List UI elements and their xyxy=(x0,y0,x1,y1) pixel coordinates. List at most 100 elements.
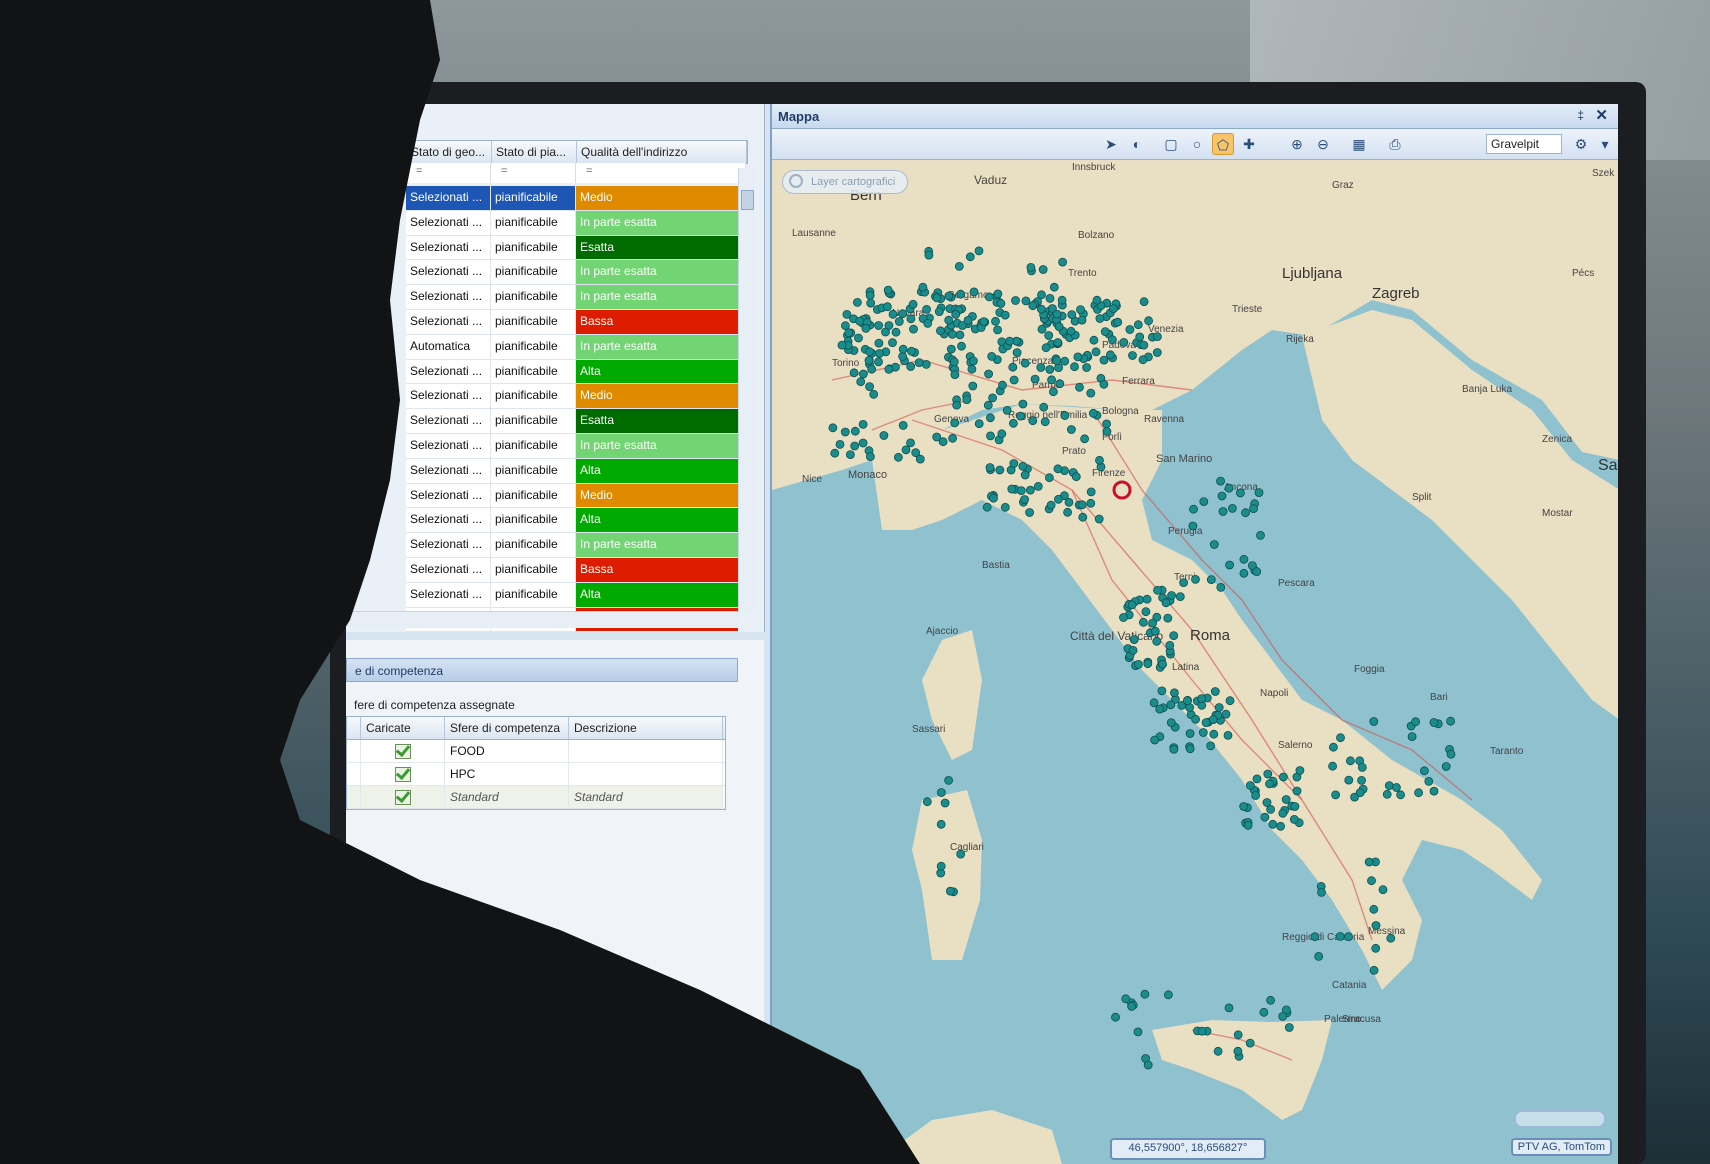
order-marker[interactable] xyxy=(1201,718,1211,727)
order-marker[interactable] xyxy=(1025,508,1035,517)
order-marker[interactable] xyxy=(1407,732,1417,741)
order-marker[interactable] xyxy=(1191,714,1201,724)
order-marker[interactable] xyxy=(1167,591,1177,600)
address-quality-cell[interactable]: Alta xyxy=(576,458,738,483)
column-header-address-quality[interactable]: Qualità dell'indirizzo xyxy=(577,141,747,163)
geo-status-cell[interactable]: Selezionati ... xyxy=(406,186,491,210)
order-marker[interactable] xyxy=(1058,257,1068,267)
order-marker[interactable] xyxy=(924,250,934,260)
order-marker[interactable] xyxy=(1414,788,1423,798)
order-marker[interactable] xyxy=(1089,335,1099,345)
order-marker[interactable] xyxy=(1143,659,1153,669)
address-quality-cell[interactable]: Medio xyxy=(576,483,738,508)
order-marker[interactable] xyxy=(1049,282,1059,292)
order-marker[interactable] xyxy=(1095,314,1105,323)
order-marker[interactable] xyxy=(898,351,908,361)
order-marker[interactable] xyxy=(991,316,1000,326)
order-marker[interactable] xyxy=(1067,310,1077,320)
order-marker[interactable] xyxy=(1036,363,1046,372)
order-marker[interactable] xyxy=(1155,704,1165,714)
plan-status-cell[interactable]: pianificabile xyxy=(491,409,576,433)
geo-status-cell[interactable]: Selezionati ... xyxy=(406,409,491,433)
plan-status-cell[interactable]: pianificabile xyxy=(491,210,576,235)
order-marker[interactable] xyxy=(1064,497,1074,507)
order-marker[interactable] xyxy=(1295,766,1305,775)
table-row[interactable]: Automatica pianificabile In parte esatta xyxy=(406,334,738,360)
order-marker[interactable] xyxy=(842,309,852,319)
order-marker[interactable] xyxy=(1371,943,1381,953)
order-marker[interactable] xyxy=(1217,491,1227,501)
order-marker[interactable] xyxy=(1161,598,1171,608)
table-row[interactable]: Selezionati ...pianificabileBassa xyxy=(406,309,738,335)
order-marker[interactable] xyxy=(1144,316,1154,326)
order-marker[interactable] xyxy=(888,338,897,348)
order-marker[interactable] xyxy=(906,438,915,448)
vertical-scrollbar[interactable] xyxy=(738,168,755,613)
order-marker[interactable] xyxy=(1002,405,1012,415)
order-marker[interactable] xyxy=(993,289,1003,299)
order-marker[interactable] xyxy=(1047,375,1057,385)
order-marker[interactable] xyxy=(1208,715,1218,724)
address-quality-cell[interactable]: Bassa xyxy=(576,309,738,334)
order-marker[interactable] xyxy=(894,452,903,462)
order-marker[interactable] xyxy=(1000,502,1010,512)
order-marker[interactable] xyxy=(962,395,972,405)
filter-cell-plan[interactable]: = xyxy=(491,163,576,183)
order-marker[interactable] xyxy=(1044,331,1054,340)
order-marker[interactable] xyxy=(850,426,860,436)
order-marker[interactable] xyxy=(1076,305,1085,315)
order-marker[interactable] xyxy=(1378,885,1388,895)
order-marker[interactable] xyxy=(950,370,960,380)
order-marker[interactable] xyxy=(898,309,908,319)
order-marker[interactable] xyxy=(891,327,901,337)
order-marker[interactable] xyxy=(1216,582,1226,592)
order-marker[interactable] xyxy=(1165,640,1175,650)
circle-select-icon[interactable]: ○ xyxy=(1186,133,1208,155)
geo-status-cell[interactable]: Selezionati ... xyxy=(406,210,491,235)
order-marker[interactable] xyxy=(1367,876,1376,886)
select-cursor-icon[interactable]: ➤ xyxy=(1100,133,1122,155)
order-marker[interactable] xyxy=(1317,888,1326,897)
order-marker[interactable] xyxy=(1251,791,1261,800)
address-quality-cell[interactable]: Alta xyxy=(576,359,738,384)
order-marker[interactable] xyxy=(840,427,850,437)
order-marker[interactable] xyxy=(901,445,911,455)
order-marker[interactable] xyxy=(1086,487,1096,497)
order-marker[interactable] xyxy=(1150,626,1160,636)
order-marker[interactable] xyxy=(866,452,875,462)
order-marker[interactable] xyxy=(1252,567,1262,577)
order-marker[interactable] xyxy=(1429,718,1439,727)
order-marker[interactable] xyxy=(1054,322,1064,332)
order-marker[interactable] xyxy=(1021,296,1031,306)
order-marker[interactable] xyxy=(982,502,992,512)
order-marker[interactable] xyxy=(1057,295,1067,305)
order-marker[interactable] xyxy=(1150,735,1160,745)
order-marker[interactable] xyxy=(1263,769,1273,779)
order-marker[interactable] xyxy=(940,798,950,808)
order-marker[interactable] xyxy=(894,317,904,326)
plan-status-cell[interactable]: pianificabile xyxy=(491,458,576,483)
table-row[interactable]: Selezionati ... pianificabile In parte esa… xyxy=(406,260,738,286)
order-marker[interactable] xyxy=(898,344,908,354)
order-marker[interactable] xyxy=(1382,789,1392,799)
order-marker[interactable] xyxy=(1046,500,1056,510)
order-marker[interactable] xyxy=(1239,802,1249,811)
order-marker[interactable] xyxy=(854,333,863,343)
order-marker[interactable] xyxy=(869,389,879,399)
order-marker[interactable] xyxy=(1016,486,1026,496)
order-marker[interactable] xyxy=(911,448,921,458)
order-marker[interactable] xyxy=(1411,717,1420,727)
order-marker[interactable] xyxy=(1092,295,1102,305)
order-marker[interactable] xyxy=(985,463,995,472)
order-marker[interactable] xyxy=(865,347,874,357)
order-marker[interactable] xyxy=(1102,427,1112,436)
order-marker[interactable] xyxy=(1223,731,1233,740)
order-marker[interactable] xyxy=(1371,921,1381,930)
order-marker[interactable] xyxy=(1179,578,1189,588)
order-marker[interactable] xyxy=(922,304,932,314)
chevron-down-icon[interactable]: ▾ xyxy=(1594,133,1616,155)
plan-status-cell[interactable]: pianificabile xyxy=(491,235,576,260)
order-marker[interactable] xyxy=(1153,585,1162,595)
order-marker[interactable] xyxy=(974,419,984,429)
order-marker[interactable] xyxy=(1158,659,1168,669)
